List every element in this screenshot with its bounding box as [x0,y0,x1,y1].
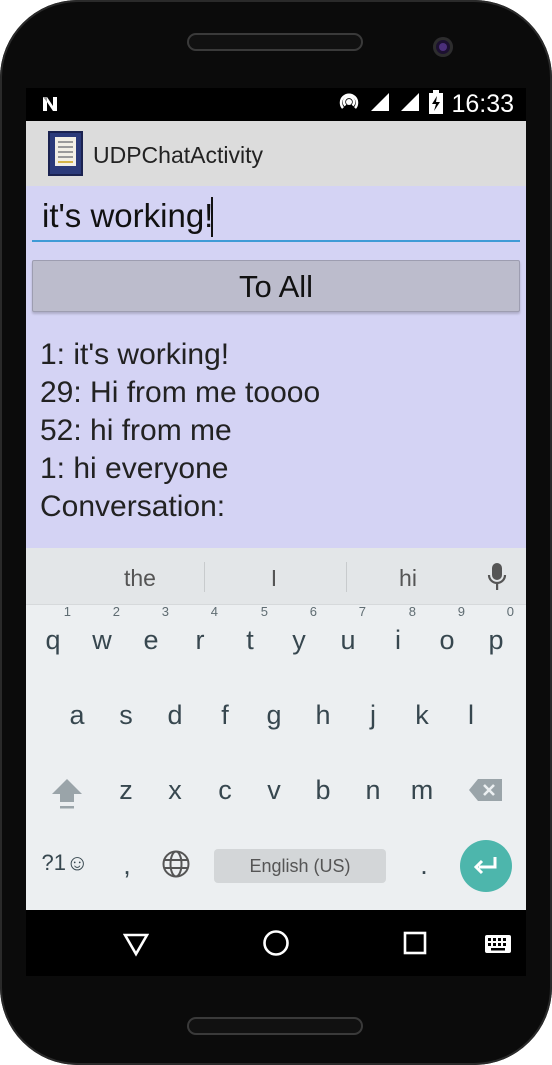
key-c[interactable]: c [202,758,248,818]
key-y[interactable]: 6y [276,604,322,668]
conversation-header: Conversation: [40,490,226,523]
notification-n-icon [40,94,60,119]
phone-frame: 16:33 UDPChatActivity To All 1: i [0,0,552,1065]
chat-content: To All 1: it's working! 29: Hi from me t… [26,186,526,548]
status-bar: 16:33 [26,88,526,121]
soft-keyboard: the I hi 1q 2w 3e 4r 5t 6y 7u 8 i 9 o 0 … [26,548,526,910]
space-key[interactable]: English (US) [214,849,386,883]
key-x[interactable]: x [152,758,198,818]
key-e[interactable]: 3e [128,604,174,668]
key-m[interactable]: m [399,758,445,818]
navigation-bar [26,910,526,976]
language-key[interactable] [153,833,199,893]
key-w[interactable]: 2w [79,604,125,668]
backspace-icon [468,778,504,809]
battery-charging-icon [429,90,444,119]
signal-icon [369,91,391,118]
front-camera [433,37,453,57]
suggestion-i[interactable]: I [224,565,324,592]
signal-icon [399,91,421,118]
bottom-speaker [187,1017,363,1035]
backspace-key[interactable] [464,758,510,818]
conversation-line: 1: it's working! [40,338,230,371]
key-z[interactable]: z [103,758,149,818]
shift-icon [50,776,84,817]
conversation-line: 29: Hi from me toooo [40,376,321,409]
suggestion-strip: the I hi [26,548,526,605]
status-time: 16:33 [451,90,514,118]
suggestion-divider [346,562,347,592]
key-l[interactable]: l [448,683,494,743]
key-v[interactable]: v [251,758,297,818]
period-key[interactable]: . [401,833,447,893]
comma-key[interactable]: , [104,833,150,893]
key-g[interactable]: g [251,683,297,743]
top-speaker [187,33,363,51]
key-b[interactable]: b [300,758,346,818]
conversation-log: 1: it's working! 29: Hi from me toooo 52… [40,336,320,526]
key-q[interactable]: 1q [30,604,76,668]
to-all-button[interactable]: To All [32,260,520,312]
recents-icon[interactable] [403,931,427,960]
message-input[interactable] [32,192,520,242]
microphone-icon[interactable] [487,562,507,597]
app-bar: UDPChatActivity [26,121,526,186]
enter-icon [473,855,499,882]
hotspot-icon [337,90,361,119]
key-o[interactable]: 9o [424,604,470,668]
key-t[interactable]: 5t [227,604,273,668]
key-k[interactable]: k [399,683,445,743]
key-i[interactable]: 8i [375,604,421,668]
key-h[interactable]: h [300,683,346,743]
text-cursor [211,197,213,237]
enter-key[interactable] [460,840,512,892]
conversation-line: 1: hi everyone [40,452,229,485]
app-title: UDPChatActivity [93,142,263,168]
keyboard-switch-icon[interactable] [484,934,512,959]
key-p[interactable]: 0p [473,604,519,668]
home-icon[interactable] [262,929,290,962]
key-d[interactable]: d [152,683,198,743]
suggestion-divider [204,562,205,592]
shift-key[interactable] [44,758,90,818]
key-u[interactable]: 7u [325,604,371,668]
suggestion-the[interactable]: the [90,565,190,592]
back-icon[interactable] [122,931,150,962]
conversation-line: 52: hi from me [40,414,232,447]
globe-icon [161,849,191,886]
key-j[interactable]: j [350,683,396,743]
key-f[interactable]: f [202,683,248,743]
suggestion-hi[interactable]: hi [358,565,458,592]
key-r[interactable]: 4r [177,604,223,668]
key-s[interactable]: s [103,683,149,743]
symbols-key[interactable]: ?1☺ [36,833,94,893]
screen: 16:33 UDPChatActivity To All 1: i [26,88,526,976]
app-icon [48,131,83,176]
key-n[interactable]: n [350,758,396,818]
key-a[interactable]: a [54,683,100,743]
